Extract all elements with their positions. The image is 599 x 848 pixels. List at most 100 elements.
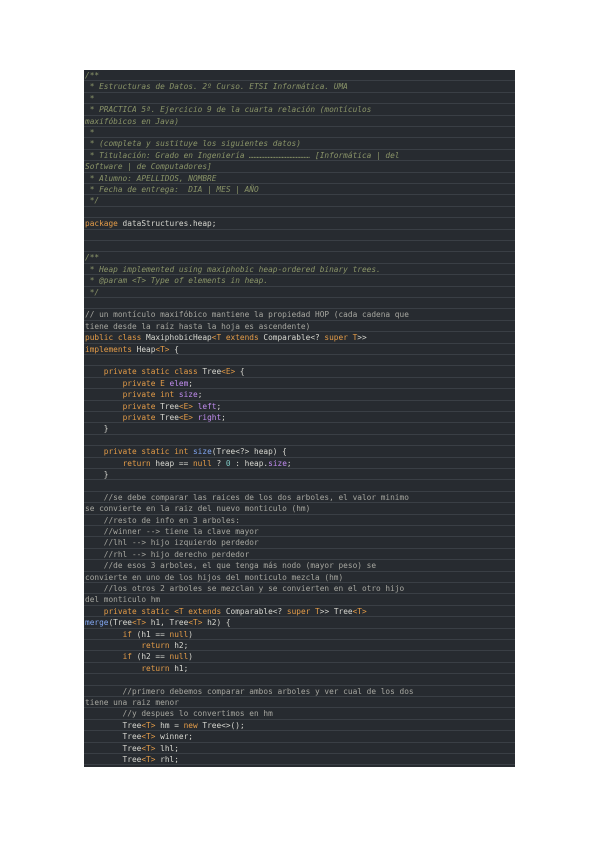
code-token-plain: Tree [160, 401, 179, 411]
code-token-line-comment: //winner --> tiene la clave mayor [85, 527, 259, 536]
code-token-comment: */ [85, 287, 100, 297]
code-token-generic: <T> [131, 618, 147, 628]
code-token-comment: maxifóbicos en Java) [85, 116, 179, 126]
code-token-plain: (h1 == [136, 629, 170, 639]
code-token-keyword: null [192, 458, 217, 468]
code-token-comment: Software | de Computadores] [85, 162, 212, 172]
code-token-plain: heap == [155, 458, 193, 468]
code-token-plain: ) [188, 652, 193, 662]
code-token-comment: * Alumno: APELLIDOS, NOMBRE [85, 173, 217, 183]
code-token-line-comment: //rhl --> hijo derecho perdedor [85, 549, 250, 559]
code-token-field: elem [169, 378, 189, 388]
code-token-plain: ; [197, 390, 203, 400]
code-token-plain: rhl; [155, 755, 179, 764]
code-token-keyword: public class [85, 333, 147, 343]
code-token-line-comment: //de esos 3 arboles, el que tenga más no… [85, 561, 377, 571]
code-token-plain: { [169, 344, 179, 354]
code-token-plain: Comparable<? [263, 333, 325, 343]
code-token-generic: <E> [221, 367, 236, 377]
code-token-generic: <T> [141, 743, 156, 753]
code-token-line-comment: tiene una raiz menor [85, 698, 179, 707]
code-token-plain: ; [216, 401, 222, 411]
code-token-generic: <T> [188, 618, 203, 628]
code-token-field: left [197, 401, 217, 411]
code-token-plain: } [85, 470, 109, 479]
code-token-generic: <T> [141, 732, 156, 742]
code-token-plain: ; [221, 413, 226, 422]
code-token-line-comment: del monticulo hm [85, 595, 161, 605]
code-token-line-comment: tiene desde la raíz hasta la hoja es asc… [85, 321, 311, 331]
code-token-comment: */ [85, 196, 100, 206]
code-token-line-comment: //los otros 2 arboles se mezclan y se co… [85, 584, 405, 593]
code-token-keyword: null [169, 629, 189, 639]
code-token-plain: } [85, 424, 109, 434]
code-token-keyword: return [141, 641, 175, 650]
code-token-keyword: private static int [103, 447, 193, 457]
code-token-plain: h1; [174, 663, 189, 673]
code-token-plain: ) [188, 629, 193, 639]
code-token-keyword: new [183, 720, 203, 730]
code-token-plain: h1, Tree [146, 618, 189, 628]
code-token-generic: <T extends [174, 606, 226, 616]
code-token-line-comment: //primero debemos comparar ambos arboles… [85, 686, 414, 696]
code-token-line-comment: se convierte en la raiz del nuevo montic… [85, 504, 311, 514]
code-token-keyword: super [324, 333, 353, 343]
code-token-line-comment: convierte en uno de los hijos del montic… [85, 572, 344, 582]
code-token-comment: * (completa y sustituye los siguientes d… [85, 139, 301, 149]
code-token-plain: >> [357, 333, 367, 343]
code-token-plain: : heap. [230, 458, 269, 468]
code-token-plain: h2) { [202, 618, 231, 628]
code-token-generic: <E> [178, 413, 198, 422]
code-token-keyword: implements [85, 344, 137, 354]
code-token-plain: Comparable<? [225, 606, 287, 616]
code-token-line-comment: // un montículo maxifóbico mantiene la p… [85, 310, 409, 320]
code-token-plain: Tree [85, 743, 142, 753]
code-token-plain: >> Tree [319, 606, 353, 616]
code-token-comment: * @param <T> Type of elements in heap. [85, 276, 269, 286]
code-token-method: size [192, 447, 212, 457]
code-token-keyword: private int [122, 390, 179, 400]
code-token-line-comment: //resto de info en 3 arboles: [85, 515, 240, 525]
code-token-plain: ; [286, 458, 292, 468]
code-token-plain: Heap [136, 344, 156, 354]
code-token-plain: { [235, 367, 245, 377]
code-token-comment: * [85, 128, 95, 137]
code-token-comment: /** [85, 253, 100, 263]
code-token-generic: <E> [178, 401, 198, 411]
code-token-plain: winner; [155, 732, 193, 742]
code-token-keyword: return [122, 458, 156, 468]
code-token-keyword: private [122, 401, 161, 411]
code-token-keyword: private [122, 378, 161, 388]
code-token-comment: * Estructuras de Datos. 2º Curso. ETSI I… [85, 82, 348, 92]
code-token-line-comment: //lhl --> hijo izquierdo perdedor [85, 538, 259, 548]
code-token-keyword: private [122, 413, 161, 422]
code-token-keyword: null [169, 652, 189, 662]
code-token-line-comment: //y despues lo convertimos en hm [85, 709, 273, 719]
code-token-generic: <T> [155, 344, 170, 354]
code-token-plain: (Tree<?> heap) { [211, 447, 287, 457]
code-token-keyword: if [122, 629, 137, 639]
code-token-generic: <T extends [211, 333, 264, 343]
code-token-comment: * PRACTICA 5ª. Ejercicio 9 de la cuarta … [85, 105, 372, 115]
code-token-generic: <T> [141, 720, 156, 730]
code-token-field: right [197, 413, 222, 422]
code-token-keyword: return [141, 663, 175, 673]
code-token-plain: Tree [202, 367, 222, 377]
code-token-generic: <T> [352, 606, 367, 616]
code-token-plain: dataStructures.heap; [117, 219, 217, 229]
code-token-method: merge [85, 618, 109, 628]
code-token-plain: Tree<>(); [202, 720, 245, 730]
code-token-plain: Tree [160, 413, 179, 422]
code-token-plain: (Tree [108, 618, 132, 628]
